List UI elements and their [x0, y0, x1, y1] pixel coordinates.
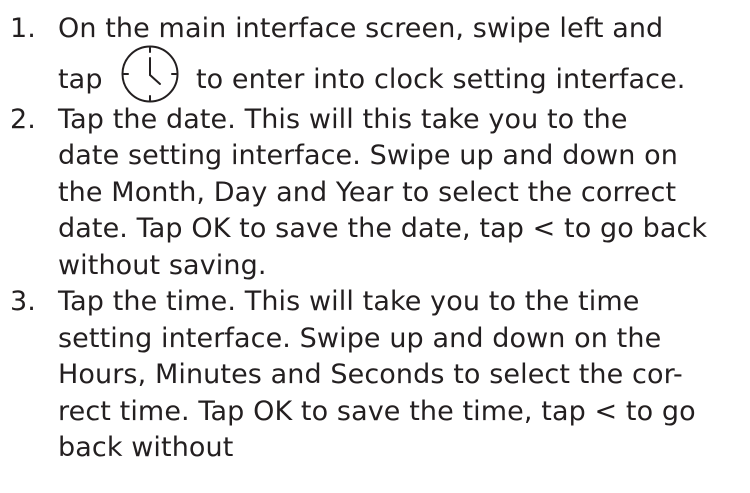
- step-text-line: tap to enter into clock setting interfac…: [58, 45, 750, 102]
- step-text-line: the Month, Day and Year to select the co…: [58, 176, 677, 208]
- step-text-line: setting interface. Swipe up and down on …: [58, 322, 662, 354]
- step-number: 3.: [10, 286, 36, 317]
- step-text-line: without saving.: [58, 249, 267, 281]
- step-text-line: date setting interface. Swipe up and dow…: [58, 140, 678, 171]
- manual-page: 1. On the main interface screen, swipe l…: [0, 0, 750, 493]
- step-number: 2.: [10, 103, 36, 135]
- step-number: 1.: [10, 13, 36, 44]
- step-text-line: back without: [58, 432, 234, 463]
- step-text-line: On the main interface screen, swipe left…: [58, 13, 664, 44]
- instruction-steps: 1. On the main interface screen, swipe l…: [0, 0, 750, 467]
- step-text-line: rect time. Tap OK to save the time, tap …: [58, 395, 696, 427]
- step-text-line: date. Tap OK to save the date, tap < to …: [58, 213, 708, 244]
- step-2: 2. Tap the date. This will this take you…: [0, 102, 750, 285]
- step-text-line: Hours, Minutes and Seconds to select the…: [58, 359, 683, 390]
- step-text-fragment: tap: [58, 63, 112, 95]
- step-1: 1. On the main interface screen, swipe l…: [0, 11, 750, 102]
- step-3: 3. Tap the time. This will take you to t…: [0, 284, 750, 467]
- step-text-line: Tap the date. This will this take you to…: [58, 103, 628, 135]
- step-text-fragment: to enter into clock setting interface.: [187, 63, 686, 95]
- clock-icon: [117, 44, 183, 102]
- step-text-line: Tap the time. This will take you to the …: [58, 286, 640, 317]
